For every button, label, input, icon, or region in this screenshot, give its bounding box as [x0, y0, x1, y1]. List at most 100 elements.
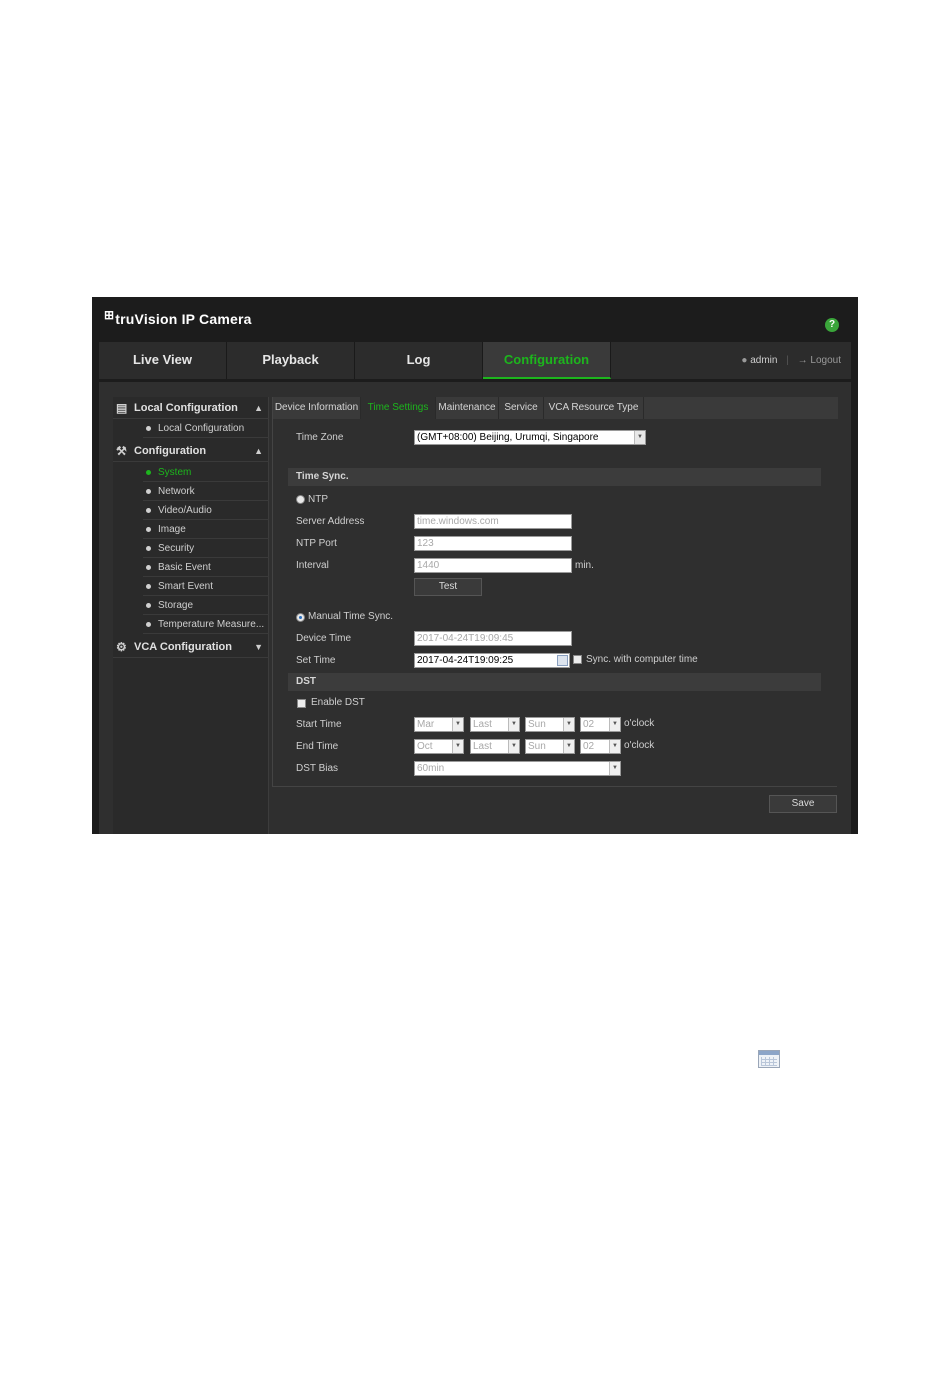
start-month-select[interactable]: Mar ▼	[414, 717, 464, 732]
bullet-icon	[146, 527, 151, 532]
dst-bias-label: DST Bias	[296, 763, 339, 774]
end-time-label: End Time	[296, 741, 339, 752]
enable-dst-checkbox[interactable]	[297, 699, 306, 708]
set-time-value: 2017-04-24T19:09:25	[417, 655, 514, 666]
sidebar: ▤ Local Configuration ▲ Local Configurat…	[113, 397, 269, 834]
set-time-input[interactable]: 2017-04-24T19:09:25	[414, 653, 570, 668]
sidebar-item-smart-event[interactable]: Smart Event	[143, 577, 269, 596]
gear-icon: ⚙	[116, 640, 127, 654]
calendar-grid	[761, 1057, 777, 1066]
sidebar-vca-configuration[interactable]: ⚙ VCA Configuration ▼	[113, 636, 269, 658]
chevron-down-icon: ▼	[452, 740, 463, 753]
sync-computer-time-label: Sync. with computer time	[586, 654, 698, 665]
interval-input[interactable]	[414, 558, 572, 573]
tab-maintenance[interactable]: Maintenance	[436, 397, 499, 419]
manual-time-sync-radio[interactable]	[296, 613, 305, 622]
ntp-port-label: NTP Port	[296, 538, 337, 549]
bullet-icon	[146, 470, 151, 475]
start-time-label: Start Time	[296, 719, 342, 730]
username[interactable]: admin	[750, 355, 777, 366]
sync-computer-time-checkbox[interactable]	[573, 655, 582, 664]
sidebar-item-storage[interactable]: Storage	[143, 596, 269, 615]
sidebar-item-label: Smart Event	[158, 581, 214, 592]
calendar-icon[interactable]	[557, 655, 568, 666]
select-value: Last	[473, 741, 492, 752]
bullet-icon	[146, 489, 151, 494]
chevron-down-icon: ▼	[609, 762, 620, 775]
brand-title: ⊞truVision IP Camera	[104, 308, 252, 327]
end-month-select[interactable]: Oct ▼	[414, 739, 464, 754]
bullet-icon	[146, 584, 151, 589]
time-zone-label: Time Zone	[296, 432, 344, 443]
test-button[interactable]: Test	[414, 578, 482, 596]
nav-log[interactable]: Log	[355, 342, 483, 379]
bullet-icon	[146, 603, 151, 608]
nav-live-view[interactable]: Live View	[99, 342, 227, 379]
tab-device-information[interactable]: Device Information	[273, 397, 361, 419]
brand-name: truVision IP Camera	[115, 311, 252, 327]
sidebar-item-image[interactable]: Image	[143, 520, 269, 539]
monitor-icon: ▤	[116, 401, 128, 415]
sidebar-item-label: System	[158, 467, 192, 478]
select-value: Sun	[528, 741, 546, 752]
sidebar-item-label: Video/Audio	[158, 505, 212, 516]
sidebar-item-network[interactable]: Network	[143, 482, 269, 501]
sidebar-head-label: Configuration	[134, 445, 207, 457]
logout-link[interactable]: Logout	[810, 355, 841, 366]
nav-playback[interactable]: Playback	[227, 342, 355, 379]
save-button[interactable]: Save	[769, 795, 837, 813]
sidebar-configuration[interactable]: ⚒ Configuration ▲	[113, 440, 269, 462]
tab-time-settings[interactable]: Time Settings	[361, 397, 436, 419]
chevron-down-icon: ▼	[634, 431, 645, 444]
end-week-select[interactable]: Last ▼	[470, 739, 520, 754]
sidebar-item-basic-event[interactable]: Basic Event	[143, 558, 269, 577]
sidebar-item-security[interactable]: Security	[143, 539, 269, 558]
tab-service[interactable]: Service	[499, 397, 544, 419]
start-hour-select[interactable]: 02 ▼	[580, 717, 621, 732]
select-value: Oct	[417, 741, 433, 752]
calendar-header	[759, 1051, 779, 1055]
sidebar-item-label: Temperature Measure...	[158, 619, 265, 630]
bullet-icon	[146, 565, 151, 570]
device-time-input	[414, 631, 572, 646]
start-week-select[interactable]: Last ▼	[470, 717, 520, 732]
server-address-input[interactable]	[414, 514, 572, 529]
tab-vca-resource-type[interactable]: VCA Resource Type	[544, 397, 644, 419]
chevron-down-icon: ▼	[452, 718, 463, 731]
chevron-down-icon: ▼	[609, 718, 620, 731]
end-hour-select[interactable]: 02 ▼	[580, 739, 621, 754]
chevron-down-icon: ▼	[563, 740, 574, 753]
sidebar-local-configuration[interactable]: ▤ Local Configuration ▲	[113, 397, 269, 419]
main-nav: Live View Playback Log Configuration ● a…	[99, 342, 851, 379]
ntp-port-input[interactable]	[414, 536, 572, 551]
settings-tabs: Device Information Time Settings Mainten…	[273, 397, 838, 419]
sidebar-item-video-audio[interactable]: Video/Audio	[143, 501, 269, 520]
sidebar-item-system[interactable]: System	[143, 463, 269, 482]
nav-configuration[interactable]: Configuration	[483, 342, 611, 379]
sidebar-item-label: Local Configuration	[158, 423, 245, 434]
ntp-radio[interactable]	[296, 495, 305, 504]
sidebar-item-temperature-measure[interactable]: Temperature Measure...	[143, 615, 269, 634]
chevron-up-icon: ▲	[254, 446, 263, 456]
time-zone-select[interactable]: (GMT+08:00) Beijing, Urumqi, Singapore ▼	[414, 430, 646, 445]
dst-section: DST	[288, 673, 821, 691]
user-icon: ●	[741, 355, 748, 366]
time-sync-section: Time Sync.	[288, 468, 821, 486]
sidebar-head-label: VCA Configuration	[134, 641, 232, 653]
dst-bias-select[interactable]: 60min ▼	[414, 761, 621, 776]
start-day-select[interactable]: Sun ▼	[525, 717, 575, 732]
sidebar-item-label: Storage	[158, 600, 194, 611]
device-time-label: Device Time	[296, 633, 352, 644]
sidebar-item-local-configuration[interactable]: Local Configuration	[143, 419, 269, 438]
select-value: 02	[583, 741, 595, 752]
app-window: ⊞truVision IP Camera ? Live View Playbac…	[92, 297, 858, 834]
sidebar-head-label: Local Configuration	[134, 402, 238, 414]
manual-time-sync-label: Manual Time Sync.	[308, 611, 394, 622]
help-icon[interactable]: ?	[825, 318, 839, 332]
sidebar-item-label: Network	[158, 486, 195, 497]
select-value: 02	[583, 719, 595, 730]
end-day-select[interactable]: Sun ▼	[525, 739, 575, 754]
logo-icon: ⊞	[104, 308, 115, 322]
select-value: 60min	[417, 763, 445, 774]
interval-label: Interval	[296, 560, 329, 571]
